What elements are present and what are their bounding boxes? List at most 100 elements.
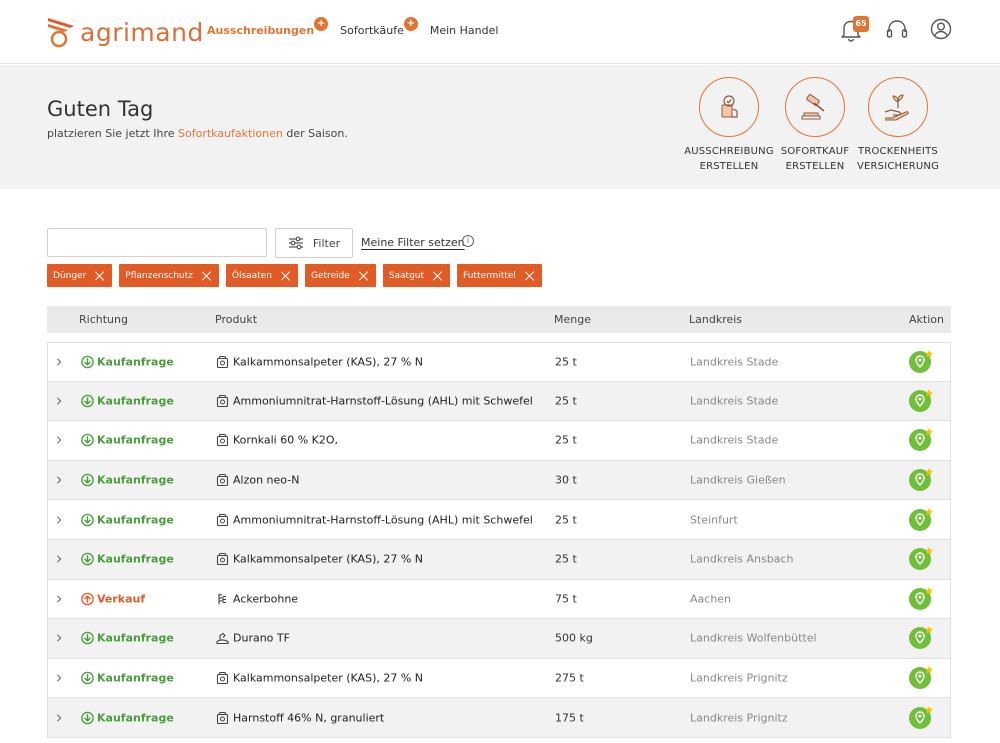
support-button[interactable] xyxy=(885,18,909,42)
fertilizer-bag-icon xyxy=(216,474,229,487)
column-header-district[interactable]: Landkreis xyxy=(689,313,742,326)
arrow-down-circle-icon xyxy=(81,434,94,447)
filter-button[interactable]: Filter xyxy=(275,228,353,258)
action-label: AUSSCHREIBUNG ERSTELLEN xyxy=(684,146,774,172)
arrow-down-circle-icon xyxy=(81,632,94,645)
make-offer-button[interactable] xyxy=(909,625,935,651)
district-cell: Landkreis Prignitz xyxy=(690,711,788,725)
make-offer-button[interactable] xyxy=(909,427,935,453)
nav-ausschreibungen[interactable]: Ausschreibungen + xyxy=(207,17,329,37)
make-offer-button[interactable] xyxy=(909,586,935,612)
offer-pin-icon xyxy=(909,507,933,531)
chevron-right-icon[interactable] xyxy=(55,595,63,603)
filter-chip-saatgut: Saatgut xyxy=(382,264,451,287)
action-circle[interactable] xyxy=(785,77,845,137)
direction-cell: Kaufanfrage xyxy=(81,513,174,526)
direction-label: Kaufanfrage xyxy=(97,473,174,487)
notifications-button[interactable]: 65 xyxy=(840,16,869,42)
chip-label: Dünger xyxy=(53,270,87,281)
table-row[interactable]: Kaufanfrage Harnstoff 46% N, granuliert 17… xyxy=(47,698,951,738)
direction-label: Kaufanfrage xyxy=(97,513,174,527)
product-label: Kalkammonsalpeter (KAS), 27 % N xyxy=(233,355,424,369)
table-row[interactable]: Kaufanfrage Ammoniumnitrat-Harnstoff-Lösu… xyxy=(47,500,951,540)
fertilizer-bag-icon xyxy=(216,711,229,724)
column-header-quantity[interactable]: Menge xyxy=(554,313,591,326)
nav-mein-handel[interactable]: Mein Handel xyxy=(430,24,499,37)
close-icon[interactable] xyxy=(524,270,536,282)
nav-label: Sofortkäufe xyxy=(340,24,404,37)
fertilizer-bag-icon xyxy=(216,394,229,407)
action-circle[interactable] xyxy=(868,77,928,137)
product-cell: Kalkammonsalpeter (KAS), 27 % N xyxy=(216,672,423,685)
product-label: Harnstoff 46% N, granuliert xyxy=(233,711,385,725)
info-icon[interactable]: i xyxy=(462,235,474,247)
direction-label: Kaufanfrage xyxy=(97,671,174,685)
direction-cell: Kaufanfrage xyxy=(81,672,174,685)
product-label: Ammoniumnitrat-Harnstoff-Lösung (AHL) mi… xyxy=(233,513,533,527)
account-button[interactable] xyxy=(930,18,954,42)
chevron-right-icon[interactable] xyxy=(55,634,63,642)
main-nav: Ausschreibungen + Sofortkäufe + Mein Han… xyxy=(207,17,524,37)
chevron-right-icon[interactable] xyxy=(55,358,63,366)
plus-icon[interactable]: + xyxy=(403,17,418,31)
chevron-right-icon[interactable] xyxy=(55,476,63,484)
close-icon[interactable] xyxy=(280,270,292,282)
fertilizer-bag-icon xyxy=(216,671,229,685)
arrow-down-circle-icon xyxy=(81,355,94,369)
close-icon[interactable] xyxy=(201,270,213,282)
filter-chip-oelsaaten: Ölsaaten xyxy=(225,264,298,287)
chevron-right-icon[interactable] xyxy=(55,516,63,524)
chip-label: Futtermittel xyxy=(463,270,516,281)
close-icon[interactable] xyxy=(94,270,106,282)
chevron-right-icon[interactable] xyxy=(55,436,63,445)
chevron-right-icon[interactable] xyxy=(55,674,63,682)
grain-icon xyxy=(218,593,226,605)
my-filters-link[interactable]: Meine Filter setzen xyxy=(361,236,465,249)
plus-icon[interactable]: + xyxy=(314,17,329,31)
offer-pin-icon xyxy=(909,547,933,571)
action-circle[interactable] xyxy=(699,77,759,137)
create-tender-action[interactable]: AUSSCHREIBUNG ERSTELLEN xyxy=(679,77,779,174)
offer-pin-icon xyxy=(909,388,933,412)
table-row[interactable]: Kaufanfrage Durano TF 500 kg Landkreis Wolf… xyxy=(47,619,951,659)
product-cell: Ammoniumnitrat-Harnstoff-Lösung (AHL) mi… xyxy=(216,394,533,407)
drought-insurance-action[interactable]: TROCKENHEITS VERSICHERUNG xyxy=(848,77,948,174)
brand-logo[interactable]: agrimand xyxy=(46,14,204,50)
table-row[interactable]: Kaufanfrage Kalkammonsalpeter (KAS), 27 %… xyxy=(47,658,951,699)
chevron-right-icon[interactable] xyxy=(55,397,63,405)
make-offer-button[interactable] xyxy=(909,665,935,691)
arrow-down-circle-icon xyxy=(81,473,94,487)
column-header-direction[interactable]: Richtung xyxy=(79,313,128,326)
make-offer-button[interactable] xyxy=(909,705,935,731)
column-header-product[interactable]: Produkt xyxy=(215,313,257,326)
table-row[interactable]: Kaufanfrage Kalkammonsalpeter (KAS), 27 %… xyxy=(47,342,951,382)
hand-plant-icon xyxy=(884,94,909,121)
make-offer-button[interactable] xyxy=(909,546,935,572)
gavel-icon xyxy=(801,93,825,120)
table-row[interactable]: Kaufanfrage Kornkali 60 % K2O, 25 t Landkre… xyxy=(47,421,951,461)
make-offer-button[interactable] xyxy=(909,467,935,493)
table-row[interactable]: Kaufanfrage Kalkammonsalpeter (KAS), 27 %… xyxy=(47,539,951,580)
make-offer-button[interactable] xyxy=(909,388,935,414)
close-icon[interactable] xyxy=(432,270,444,282)
tender-icon xyxy=(721,95,738,118)
nav-sofortkaeufe[interactable]: Sofortkäufe + xyxy=(340,17,418,37)
direction-cell: Kaufanfrage xyxy=(81,474,174,487)
chevron-right-icon[interactable] xyxy=(55,555,63,563)
arrow-down-circle-icon xyxy=(81,513,94,526)
notification-count: 65 xyxy=(853,16,869,32)
table-row[interactable]: Kaufanfrage Alzon neo-N 30 t Landkreis Gieß… xyxy=(47,460,951,501)
filter-chip-pflanzenschutz: Pflanzenschutz xyxy=(119,264,219,287)
product-label: Kalkammonsalpeter (KAS), 27 % N xyxy=(233,671,424,685)
chevron-right-icon[interactable] xyxy=(55,714,63,722)
table-row[interactable]: Kaufanfrage Ammoniumnitrat-Harnstoff-Lösu… xyxy=(47,381,951,422)
table-row[interactable]: Verkauf Ackerbohne 75 t Aachen xyxy=(47,579,951,620)
search-input[interactable] xyxy=(47,228,267,257)
offer-pin-icon xyxy=(909,428,933,452)
quantity-cell: 500 kg xyxy=(555,631,593,645)
direction-label: Kaufanfrage xyxy=(97,711,174,725)
offer-pin-icon xyxy=(909,705,933,729)
close-icon[interactable] xyxy=(358,270,370,282)
make-offer-button[interactable] xyxy=(909,349,935,375)
make-offer-button[interactable] xyxy=(909,507,935,533)
